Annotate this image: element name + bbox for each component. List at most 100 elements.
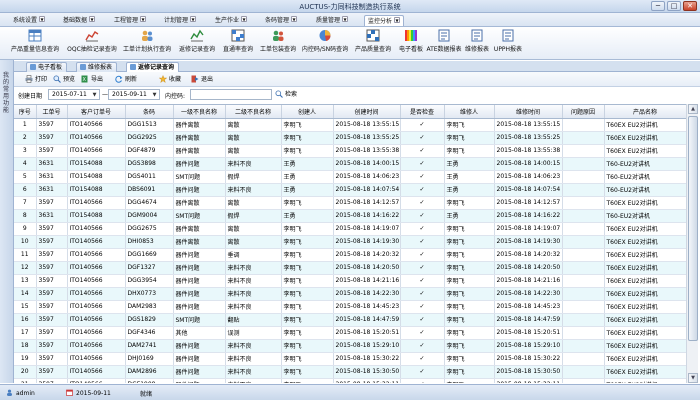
cell-creator[interactable]: 李明飞 xyxy=(281,313,334,327)
cell-create-time[interactable]: 2015-08-18 15:30:22 xyxy=(333,352,401,366)
cell-checked[interactable]: ✓ xyxy=(400,131,445,145)
cell-repair-time[interactable]: 2015-08-18 14:06:23 xyxy=(494,170,563,184)
cell-customer-order[interactable]: ITO140566 xyxy=(67,235,126,249)
cell-barcode[interactable]: DAM2741 xyxy=(125,339,174,353)
cell-creator[interactable]: 李明飞 xyxy=(281,274,334,288)
cell-workorder[interactable]: 3597 xyxy=(36,235,68,249)
cell-cause[interactable] xyxy=(562,300,605,314)
cell-workorder[interactable]: 3631 xyxy=(36,209,68,223)
cell-defect-level1[interactable]: 器件离散 xyxy=(173,222,226,236)
cell-customer-order[interactable]: ITO140566 xyxy=(67,248,126,262)
cell-repairer[interactable]: 李明飞 xyxy=(444,196,495,210)
cell-create-time[interactable]: 2015-08-18 14:19:07 xyxy=(333,222,401,236)
cell-create-time[interactable]: 2015-08-18 14:12:57 xyxy=(333,196,401,210)
minimize-button[interactable]: ─ xyxy=(651,1,665,11)
ribbon-repair-report-button[interactable]: 维修报表 xyxy=(462,29,492,59)
cell-creator[interactable]: 李明飞 xyxy=(281,300,334,314)
cell-repair-time[interactable]: 2015-08-18 15:30:50 xyxy=(494,365,563,379)
cell-workorder[interactable]: 3597 xyxy=(36,378,68,383)
col-header-repair-time[interactable]: 维修时间 xyxy=(494,105,563,119)
cell-repairer[interactable]: 李明飞 xyxy=(444,339,495,353)
cell-checked[interactable]: ✓ xyxy=(400,157,445,171)
cell-repair-time[interactable]: 2015-08-18 14:47:59 xyxy=(494,313,563,327)
cell-checked[interactable]: ✓ xyxy=(400,339,445,353)
cell-create-time[interactable]: 2015-08-18 14:47:59 xyxy=(333,313,401,327)
cell-index[interactable]: 12 xyxy=(14,261,37,275)
cell-repairer[interactable]: 李明飞 xyxy=(444,313,495,327)
table-row[interactable]: 6 3631 ITO154088 DBS6091 器件问题 来料不良 王勇 2015-08-1… xyxy=(14,183,686,197)
cell-cause[interactable] xyxy=(562,313,605,327)
cell-workorder[interactable]: 3597 xyxy=(36,339,68,353)
cell-create-time[interactable]: 2015-08-18 14:21:16 xyxy=(333,274,401,288)
table-row[interactable]: 17 3597 ITO140566 DGF4346 其他 误测 李明飞 2015-08-18 … xyxy=(14,326,686,340)
cell-customer-order[interactable]: ITO140566 xyxy=(67,222,126,236)
menu-tab-monitor[interactable]: 监控分析 ▼ xyxy=(364,15,405,26)
cell-defect-level2[interactable]: 离散 xyxy=(225,131,282,145)
cell-create-time[interactable]: 2015-08-18 13:55:15 xyxy=(333,118,401,132)
cell-repairer[interactable]: 李明飞 xyxy=(444,274,495,288)
cell-checked[interactable]: ✓ xyxy=(400,144,445,158)
cell-create-time[interactable]: 2015-08-18 15:20:51 xyxy=(333,326,401,340)
table-row[interactable]: 15 3597 ITO140566 DAM2983 器件问题 来料不良 李明飞 2015-08… xyxy=(14,300,686,314)
cell-index[interactable]: 17 xyxy=(14,326,37,340)
cell-index[interactable]: 14 xyxy=(14,287,37,301)
cell-checked[interactable]: ✓ xyxy=(400,235,445,249)
cell-defect-level2[interactable]: 来料不良 xyxy=(225,339,282,353)
cell-creator[interactable]: 王勇 xyxy=(281,209,334,223)
cell-workorder[interactable]: 3631 xyxy=(36,157,68,171)
cell-create-time[interactable]: 2015-08-18 14:19:30 xyxy=(333,235,401,249)
cell-defect-level1[interactable]: 器件问题 xyxy=(173,300,226,314)
cell-barcode[interactable]: DGF4879 xyxy=(125,144,174,158)
cell-workorder[interactable]: 3597 xyxy=(36,287,68,301)
cell-product-name[interactable]: T60EX EU2对讲机 xyxy=(604,131,686,145)
cell-customer-order[interactable]: ITO140566 xyxy=(67,365,126,379)
cell-barcode[interactable]: DGS1829 xyxy=(125,313,174,327)
cell-repairer[interactable]: 王勇 xyxy=(444,209,495,223)
export-button[interactable]: X 导出 xyxy=(80,74,103,85)
cell-cause[interactable] xyxy=(562,339,605,353)
cell-barcode[interactable]: DGF1908 xyxy=(125,378,174,383)
cell-product-name[interactable]: T60-EU2对讲机 xyxy=(604,157,686,171)
cell-defect-level1[interactable]: 器件问题 xyxy=(173,287,226,301)
ribbon-quality-query-button[interactable]: 产品质量查询 xyxy=(350,29,396,59)
col-header-defect-level2[interactable]: 二级不良名称 xyxy=(225,105,282,119)
menu-tab-production[interactable]: 生产作业 ▼ xyxy=(212,15,250,26)
cell-defect-level1[interactable]: 器件问题 xyxy=(173,274,226,288)
cell-product-name[interactable]: T60EX EU2对讲机 xyxy=(604,287,686,301)
cell-defect-level2[interactable]: 来料不良 xyxy=(225,378,282,383)
cell-checked[interactable]: ✓ xyxy=(400,326,445,340)
ribbon-oqc-query-button[interactable]: OQC抽检记录查询 xyxy=(64,29,120,59)
cell-defect-level1[interactable]: 器件问题 xyxy=(173,248,226,262)
cell-workorder[interactable]: 3597 xyxy=(36,261,68,275)
cell-defect-level2[interactable]: 来料不良 xyxy=(225,365,282,379)
ribbon-rework-query-button[interactable]: 返修记录查询 xyxy=(174,29,220,59)
cell-customer-order[interactable]: ITO140566 xyxy=(67,287,126,301)
cell-repair-time[interactable]: 2015-08-18 14:45:23 xyxy=(494,300,563,314)
cell-repair-time[interactable]: 2015-08-18 14:16:22 xyxy=(494,209,563,223)
cell-creator[interactable]: 李明飞 xyxy=(281,326,334,340)
close-button[interactable]: ✕ xyxy=(683,1,697,11)
cell-customer-order[interactable]: ITO140566 xyxy=(67,339,126,353)
cell-product-name[interactable]: T60EX EU2对讲机 xyxy=(604,261,686,275)
cell-defect-level1[interactable]: SMT问题 xyxy=(173,170,226,184)
cell-index[interactable]: 1 xyxy=(14,118,37,132)
cell-defect-level1[interactable]: SMT问题 xyxy=(173,313,226,327)
cell-index[interactable]: 10 xyxy=(14,235,37,249)
col-header-repairer[interactable]: 维修人 xyxy=(444,105,495,119)
cell-create-time[interactable]: 2015-08-18 14:20:50 xyxy=(333,261,401,275)
cell-workorder[interactable]: 3597 xyxy=(36,196,68,210)
cell-creator[interactable]: 李明飞 xyxy=(281,131,334,145)
cell-workorder[interactable]: 3631 xyxy=(36,170,68,184)
table-row[interactable]: 18 3597 ITO140566 DAM2741 器件问题 来料不良 李明飞 2015-08… xyxy=(14,339,686,353)
menu-tab-quality[interactable]: 质量管理 ▼ xyxy=(313,15,351,26)
ribbon-packing-query-button[interactable]: 工单包装查询 xyxy=(256,29,300,59)
cell-workorder[interactable]: 3597 xyxy=(36,313,68,327)
ribbon-kanban-button[interactable]: 电子看板 xyxy=(396,29,426,59)
cell-creator[interactable]: 王勇 xyxy=(281,170,334,184)
ribbon-ate-report-button[interactable]: ATE数据报表 xyxy=(426,29,462,59)
table-row[interactable]: 13 3597 ITO140566 DGG3954 器件问题 来料不良 李明飞 2015-08… xyxy=(14,274,686,288)
cell-defect-level1[interactable]: 器件问题 xyxy=(173,157,226,171)
menu-tab-barcode[interactable]: 条码管理 ▼ xyxy=(262,15,300,26)
cell-index[interactable]: 20 xyxy=(14,365,37,379)
cell-product-name[interactable]: T60-EU2对讲机 xyxy=(604,209,686,223)
